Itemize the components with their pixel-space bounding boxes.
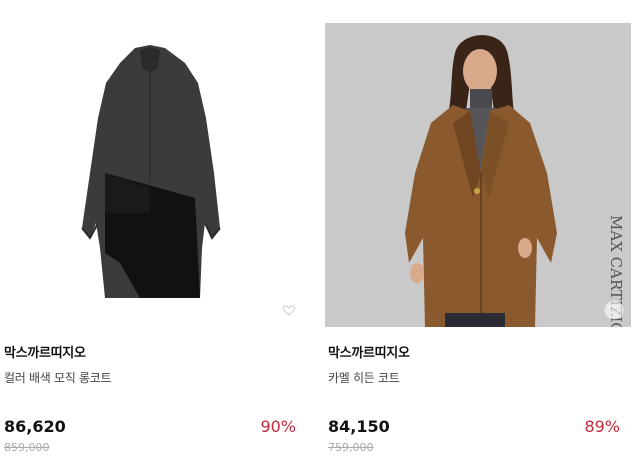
- product-name[interactable]: 카멜 히든 코트: [328, 369, 400, 386]
- product-brand[interactable]: 막스까르띠지오: [4, 342, 86, 361]
- product-image[interactable]: MAX CARTIZIO: [325, 23, 631, 327]
- product-grid: 막스까르띠지오 컬러 배색 모직 롱코트 86,620 859,000 90%: [0, 0, 642, 459]
- discount-rate: 90%: [260, 417, 296, 436]
- heart-icon[interactable]: [604, 300, 624, 320]
- model-photo: [405, 35, 557, 327]
- product-image[interactable]: [0, 23, 306, 327]
- original-price: 759,000: [328, 441, 374, 454]
- original-price: 859,000: [4, 441, 50, 454]
- product-brand[interactable]: 막스까르띠지오: [328, 342, 410, 361]
- coat-illustration: [81, 45, 221, 298]
- product-card[interactable]: 막스까르띠지오 컬러 배색 모직 롱코트 86,620 859,000 90%: [0, 0, 306, 459]
- sale-price: 84,150: [328, 417, 390, 436]
- sale-price: 86,620: [4, 417, 66, 436]
- product-card[interactable]: MAX CARTIZIO 막스까르띠지오 카멜 히든 코트 84,150 759…: [325, 0, 631, 459]
- product-name[interactable]: 컬러 배색 모직 롱코트: [4, 369, 112, 386]
- heart-icon[interactable]: [279, 300, 299, 320]
- discount-rate: 89%: [584, 417, 620, 436]
